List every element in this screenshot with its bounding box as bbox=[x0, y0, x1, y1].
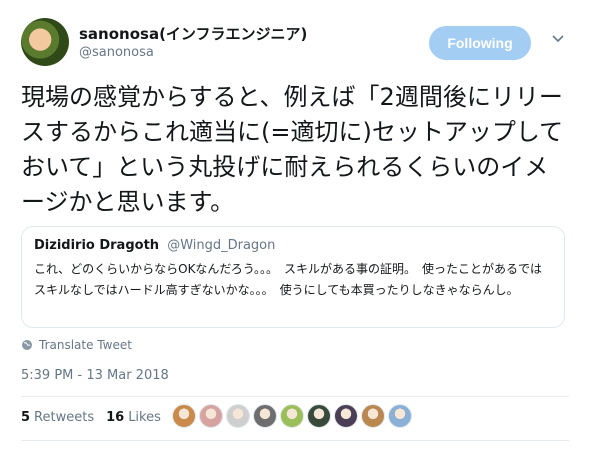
retweets-count: 5 bbox=[21, 410, 31, 425]
liker-avatar[interactable] bbox=[388, 404, 412, 428]
tweet-header: sanonosa(インフラエンジニア) @sanonosa Following bbox=[21, 18, 573, 72]
liker-avatar[interactable] bbox=[253, 404, 277, 428]
quoted-tweet[interactable]: Dizidirio Dragoth @Wingd_Dragon これ、どのくらい… bbox=[21, 226, 565, 328]
liker-avatar[interactable] bbox=[172, 404, 196, 428]
liker-avatars bbox=[172, 404, 412, 428]
author-info[interactable]: sanonosa(インフラエンジニア) @sanonosa bbox=[79, 24, 307, 62]
tweet-timestamp[interactable]: 5:39 PM - 13 Mar 2018 bbox=[21, 368, 169, 383]
likes-count: 16 bbox=[106, 410, 125, 425]
chevron-down-icon[interactable] bbox=[551, 32, 565, 46]
following-button[interactable]: Following bbox=[429, 26, 531, 60]
translate-tweet-label[interactable]: Translate Tweet bbox=[39, 338, 132, 352]
liker-avatar[interactable] bbox=[307, 404, 331, 428]
author-handle[interactable]: @sanonosa bbox=[79, 44, 307, 62]
quoted-tweet-text: これ、どのくらいからならOKなんだろう。。。 スキルがある事の証明。 使ったこと… bbox=[34, 262, 542, 297]
liker-avatar[interactable] bbox=[361, 404, 385, 428]
liker-avatar[interactable] bbox=[334, 404, 358, 428]
translate-tweet-link[interactable]: Translate Tweet bbox=[21, 338, 132, 352]
likes-stat[interactable]: 16 Likes bbox=[106, 410, 161, 425]
liker-avatar[interactable] bbox=[280, 404, 304, 428]
author-name[interactable]: sanonosa(インフラエンジニア) bbox=[79, 24, 307, 44]
retweets-stat[interactable]: 5 Retweets bbox=[21, 410, 94, 425]
likes-label: Likes bbox=[128, 410, 161, 425]
stats-divider-top bbox=[21, 396, 569, 397]
retweets-label: Retweets bbox=[34, 410, 95, 425]
tweet-text: 現場の感覚からすると、例えば「2週間後にリリースするからこれ適当に(=適切に)セ… bbox=[21, 83, 564, 216]
stats-divider-bottom bbox=[21, 440, 569, 441]
quoted-tweet-header: Dizidirio Dragoth @Wingd_Dragon bbox=[34, 237, 552, 255]
author-avatar[interactable] bbox=[21, 18, 69, 66]
liker-avatar[interactable] bbox=[199, 404, 223, 428]
globe-icon bbox=[22, 340, 32, 350]
liker-avatar[interactable] bbox=[226, 404, 250, 428]
tweet-stats: 5 Retweets 16 Likes bbox=[21, 410, 173, 425]
quoted-author-name: Dizidirio Dragoth bbox=[34, 238, 160, 253]
quoted-author-handle: @Wingd_Dragon bbox=[167, 238, 276, 253]
